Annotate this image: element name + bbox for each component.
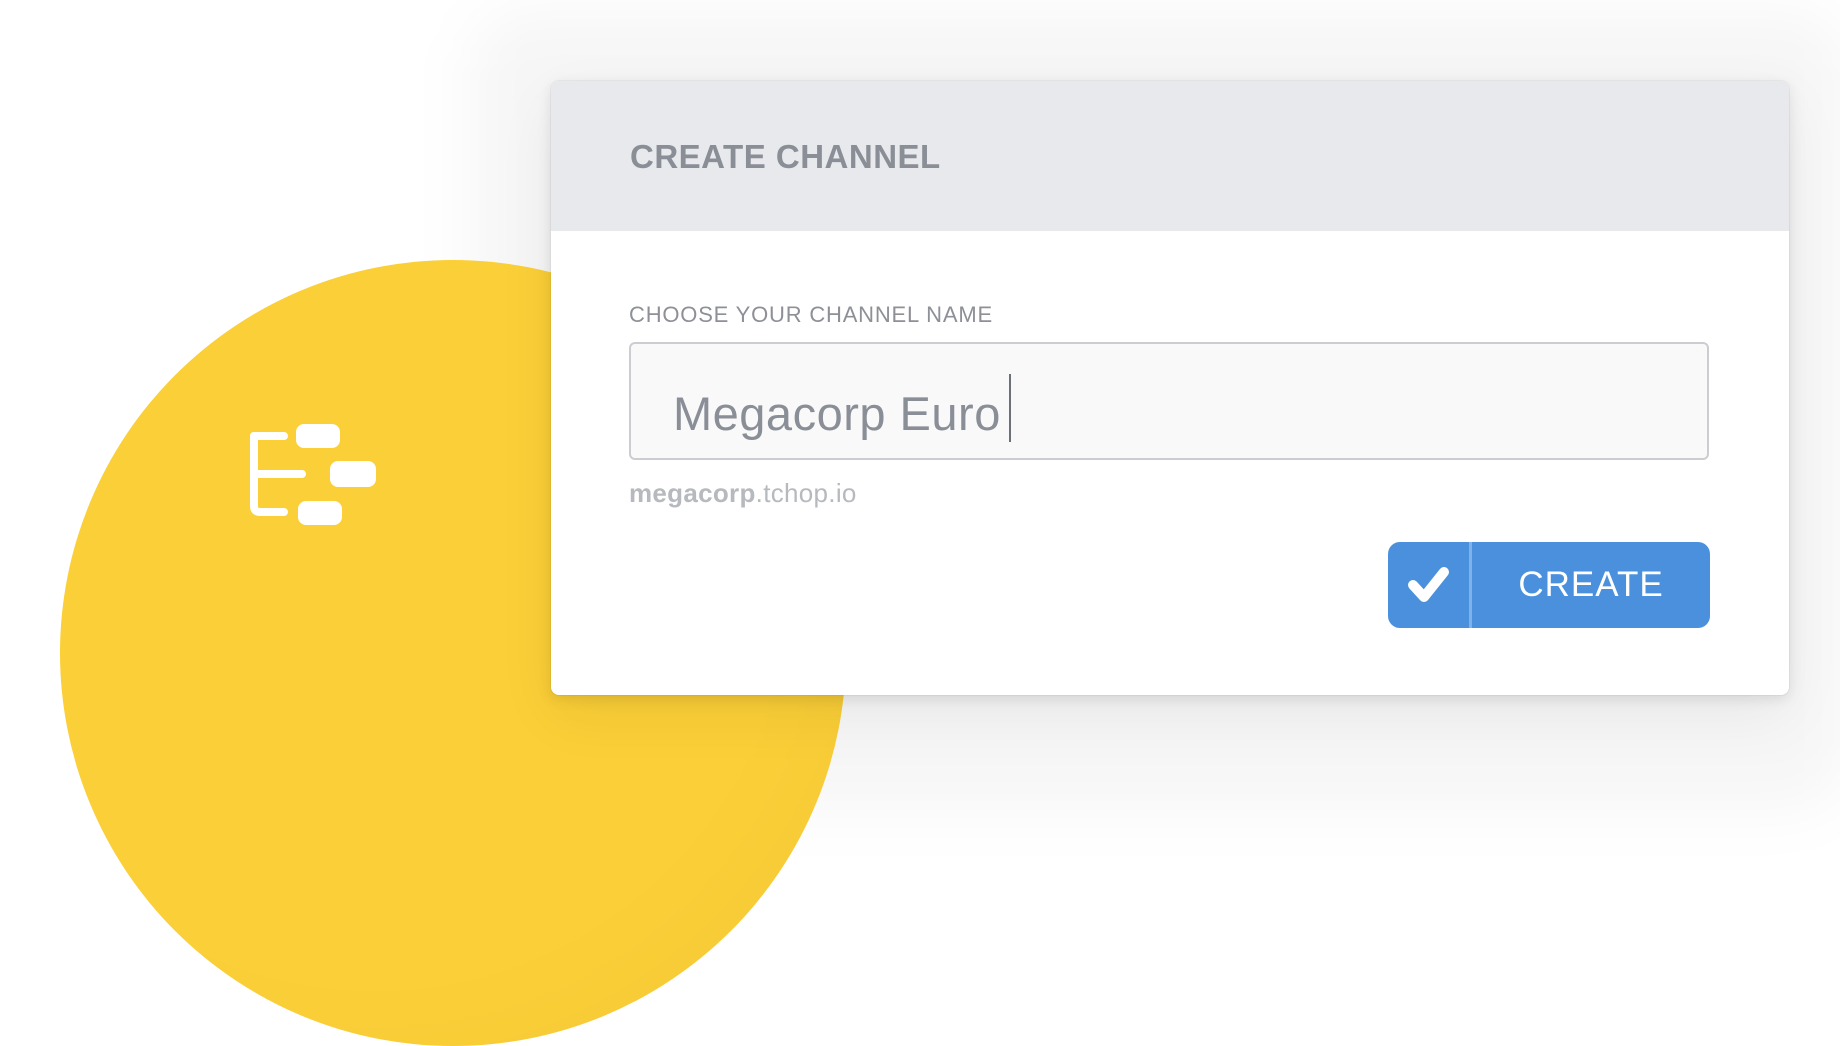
channel-name-input[interactable]: Megacorp Euro — [629, 342, 1709, 460]
create-button-label: CREATE — [1518, 565, 1664, 604]
create-channel-dialog: CREATE CHANNEL CHOOSE YOUR CHANNEL NAME … — [551, 81, 1789, 695]
dialog-header: CREATE CHANNEL — [551, 81, 1789, 231]
create-button[interactable]: CREATE — [1388, 542, 1710, 628]
text-caret — [1008, 374, 1011, 442]
channel-name-text: Megacorp Euro — [673, 387, 1001, 440]
url-subdomain: megacorp — [629, 478, 756, 508]
channel-name-label: CHOOSE YOUR CHANNEL NAME — [629, 302, 993, 327]
channel-url-preview: megacorp.tchop.io — [629, 478, 857, 509]
dialog-title: CREATE CHANNEL — [630, 138, 941, 175]
channel-tree-icon — [250, 424, 376, 525]
checkmark-icon — [1408, 567, 1449, 602]
channel-name-value: Megacorp Euro — [673, 374, 1011, 442]
url-domain: .tchop.io — [755, 478, 857, 508]
